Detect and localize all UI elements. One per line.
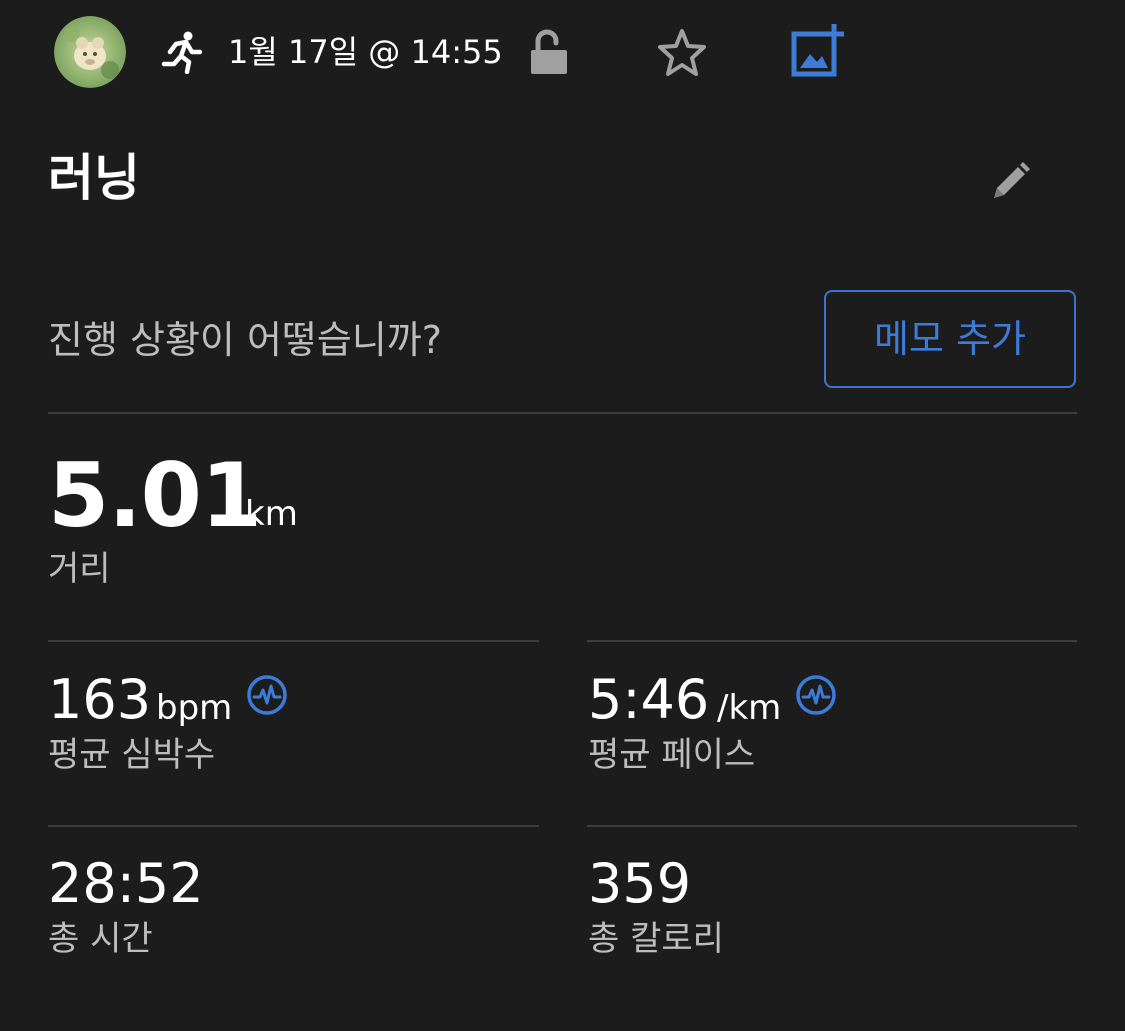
running-icon <box>160 30 203 75</box>
pace-value: 5:46 <box>588 668 710 731</box>
distance-label: 거리 <box>48 549 111 589</box>
total-time-value: 28:52 <box>48 852 204 915</box>
add-photo-icon[interactable] <box>788 23 845 78</box>
divider <box>587 640 1077 642</box>
divider <box>587 825 1077 827</box>
total-time-label: 총 시간 <box>48 919 153 959</box>
note-prompt: 진행 상황이 어떻습니까? <box>48 318 442 362</box>
activity-title: 러닝 <box>48 149 140 207</box>
divider <box>48 412 1077 414</box>
heart-rate-value: 163 <box>48 668 152 731</box>
distance-value: 5.01 <box>48 444 262 547</box>
avatar[interactable] <box>54 16 126 88</box>
pace-label: 평균 페이스 <box>588 735 756 775</box>
heart-rate-label: 평균 심박수 <box>48 735 216 775</box>
unlock-icon[interactable] <box>528 28 570 76</box>
add-memo-button[interactable]: 메모 추가 <box>824 290 1076 388</box>
divider <box>48 825 539 827</box>
calories-value: 359 <box>588 852 692 915</box>
pace-unit: /km <box>717 688 782 728</box>
star-icon[interactable] <box>656 28 708 78</box>
pulse-chart-icon[interactable] <box>795 674 837 716</box>
pulse-chart-icon[interactable] <box>246 674 288 716</box>
activity-datetime: 1월 17일 @ 14:55 <box>228 33 503 71</box>
pencil-icon[interactable] <box>988 160 1032 204</box>
divider <box>48 640 539 642</box>
distance-unit: km <box>245 494 298 534</box>
heart-rate-unit: bpm <box>156 688 233 728</box>
calories-label: 총 칼로리 <box>588 919 724 959</box>
